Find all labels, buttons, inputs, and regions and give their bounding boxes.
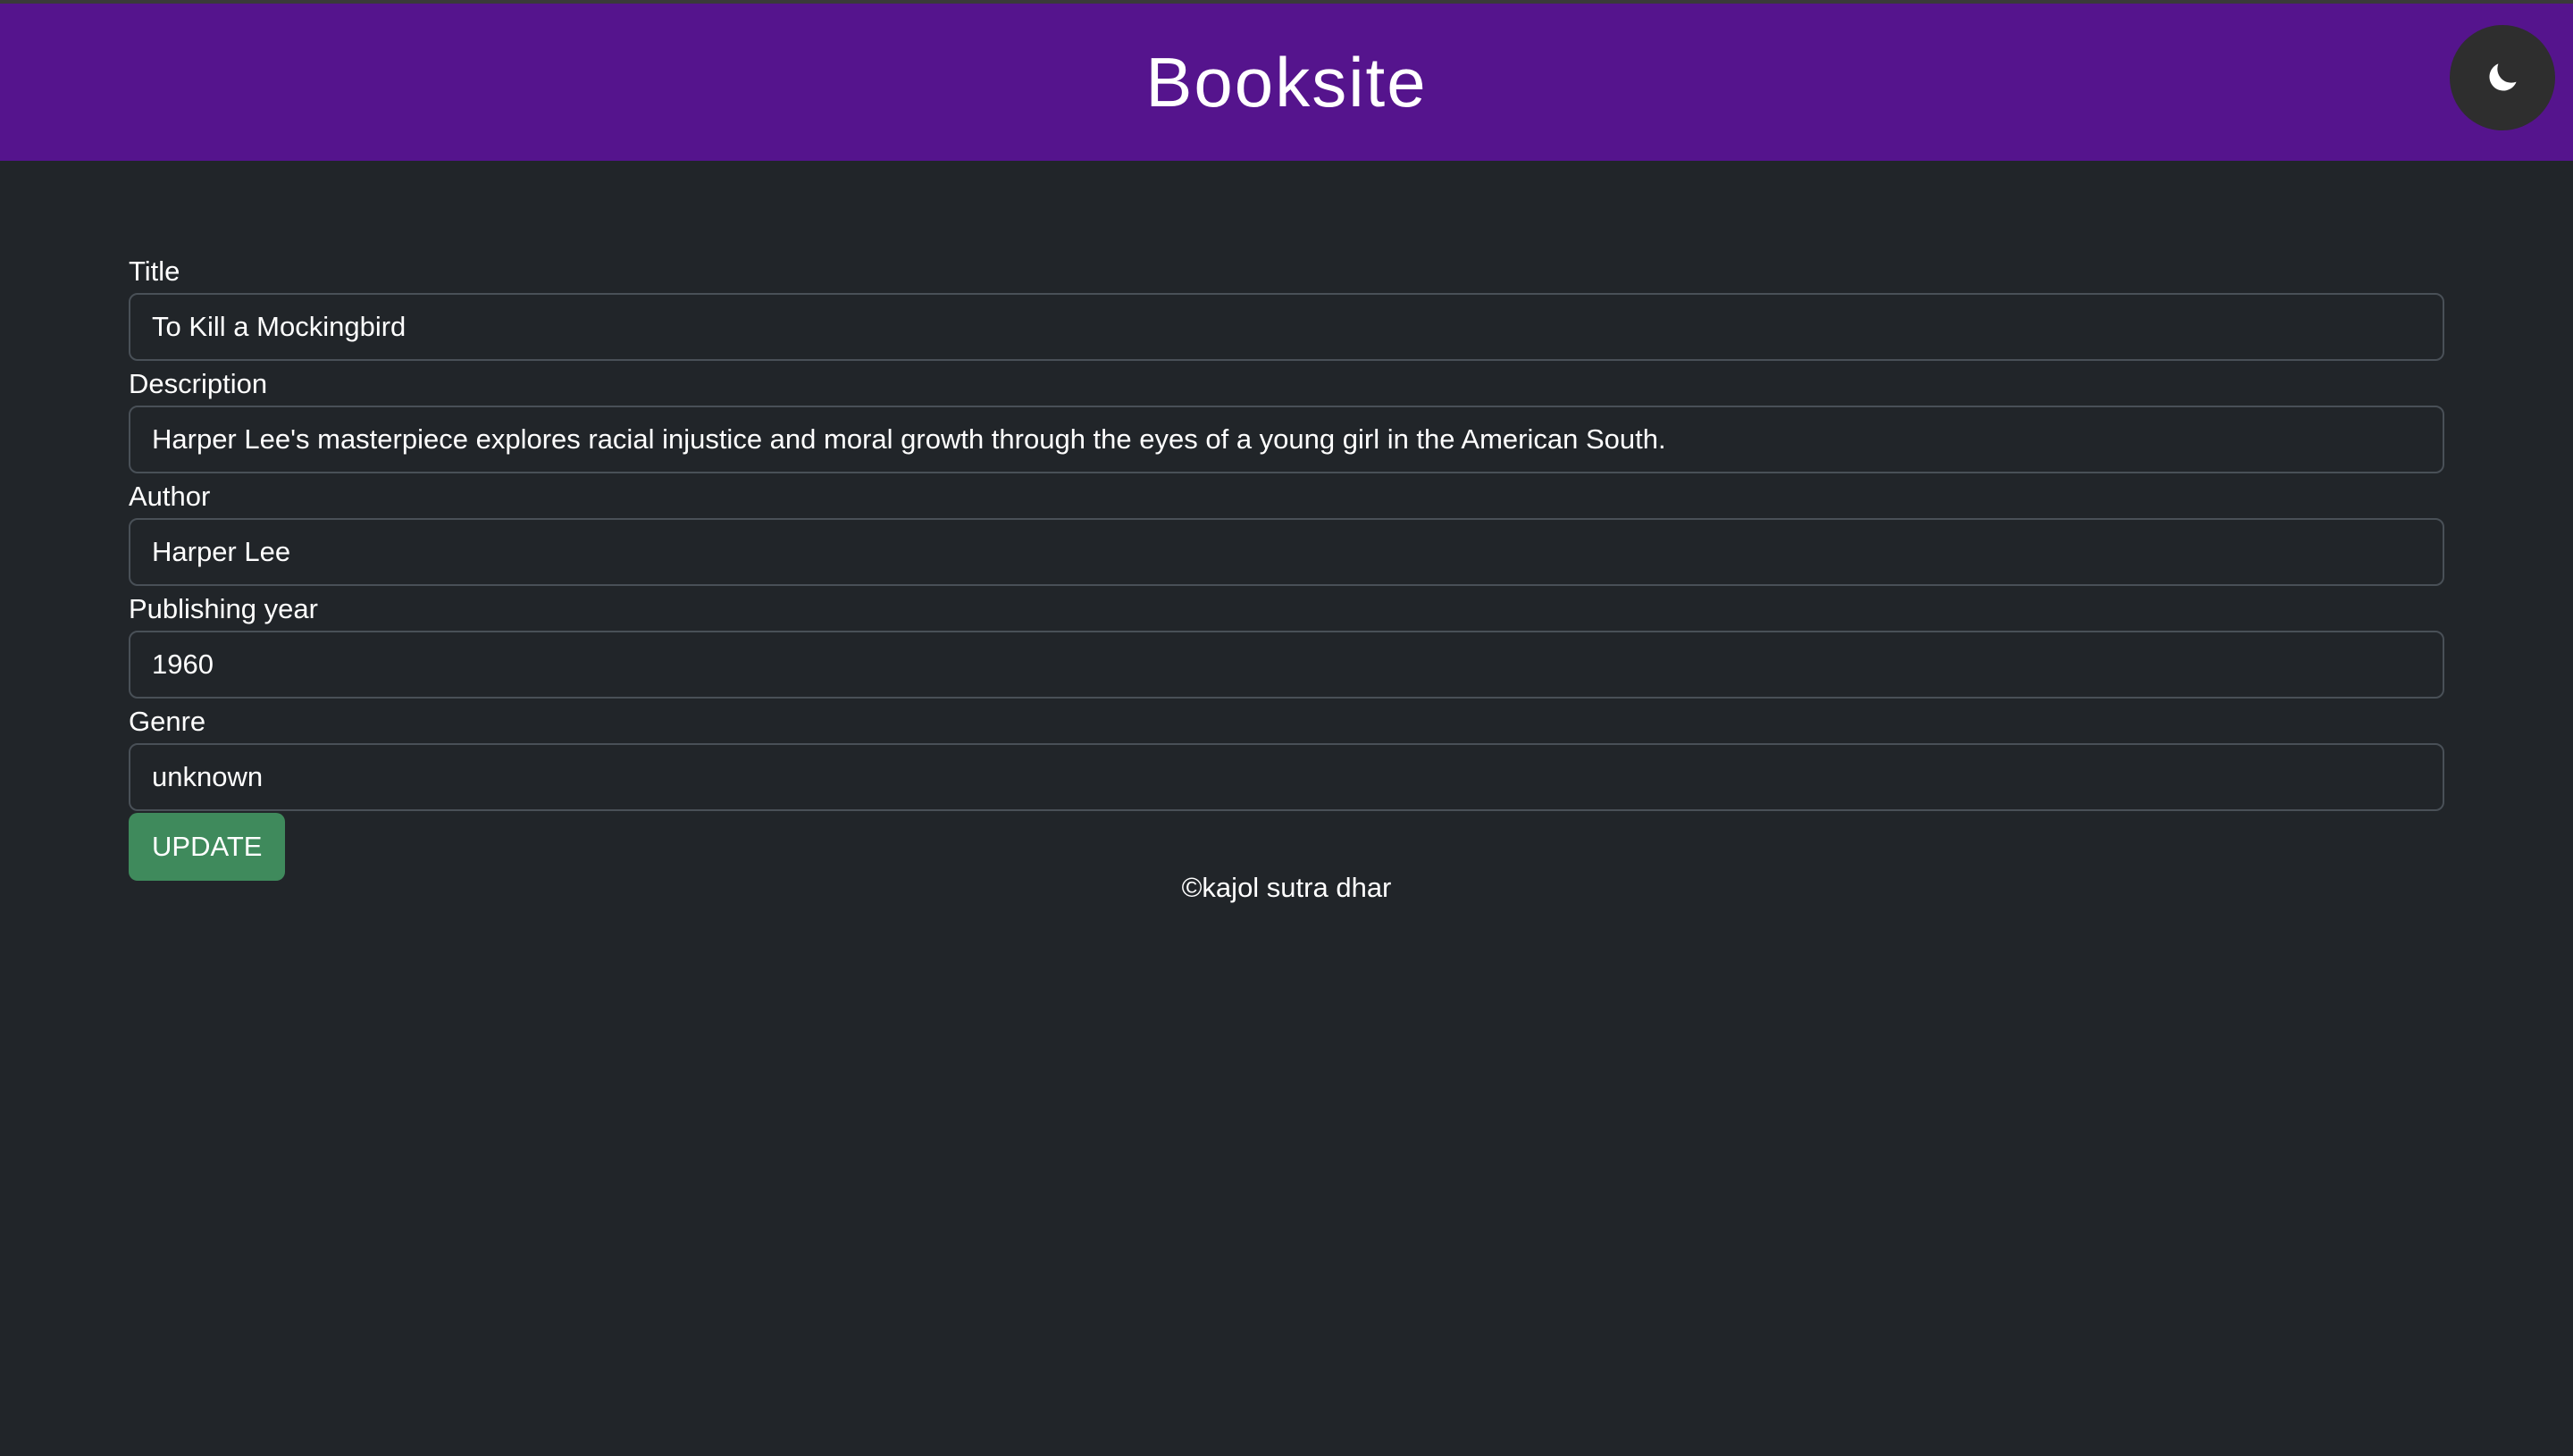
author-group: Author bbox=[129, 475, 2444, 586]
moon-icon bbox=[2483, 58, 2522, 97]
navbar: Booksite bbox=[0, 4, 2573, 161]
book-edit-form: Title Description Author Publishing year… bbox=[129, 250, 2444, 881]
genre-group: Genre bbox=[129, 700, 2444, 811]
description-input[interactable] bbox=[129, 406, 2444, 473]
title-group: Title bbox=[129, 250, 2444, 361]
publishing-year-input[interactable] bbox=[129, 631, 2444, 699]
genre-input[interactable] bbox=[129, 743, 2444, 811]
theme-toggle-button[interactable] bbox=[2450, 25, 2555, 130]
description-group: Description bbox=[129, 363, 2444, 473]
title-input[interactable] bbox=[129, 293, 2444, 361]
genre-label: Genre bbox=[129, 706, 206, 737]
footer-copyright: ©kajol sutra dhar bbox=[1181, 872, 1392, 903]
description-label: Description bbox=[129, 368, 268, 399]
update-button[interactable]: UPDATE bbox=[129, 813, 286, 881]
site-brand[interactable]: Booksite bbox=[0, 4, 2573, 161]
publishing-year-label: Publishing year bbox=[129, 593, 318, 624]
author-input[interactable] bbox=[129, 518, 2444, 586]
author-label: Author bbox=[129, 481, 211, 512]
year-group: Publishing year bbox=[129, 588, 2444, 699]
title-label: Title bbox=[129, 255, 180, 287]
